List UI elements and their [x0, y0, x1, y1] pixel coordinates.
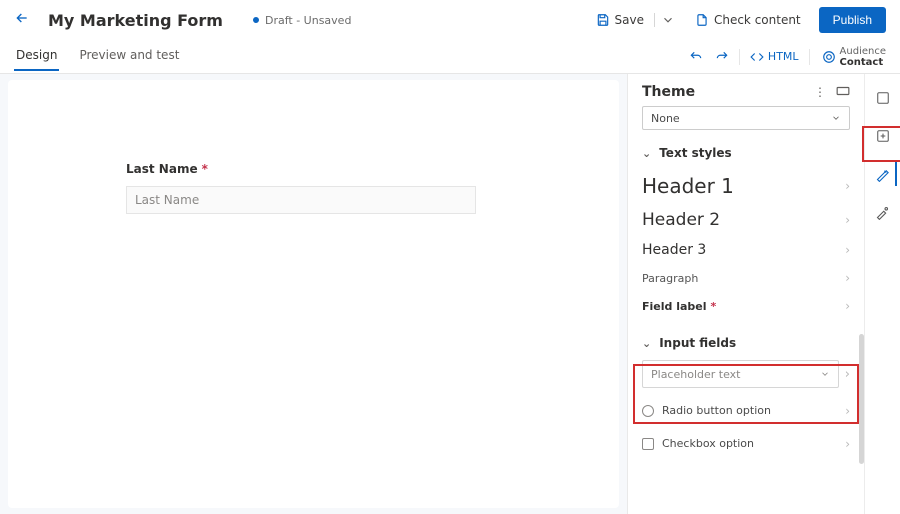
placeholder-text: Last Name — [135, 193, 199, 207]
chevron-right-icon: › — [845, 437, 850, 451]
audience-value: Contact — [840, 57, 886, 68]
lastname-input[interactable]: Last Name — [126, 186, 476, 214]
chevron-right-icon: › — [845, 243, 850, 257]
checkbox-icon — [642, 438, 654, 450]
tab-preview[interactable]: Preview and test — [77, 42, 181, 71]
view-tabs: Design Preview and test — [14, 42, 181, 71]
chevron-right-icon: › — [845, 404, 850, 418]
chevron-down-icon: ⌄ — [642, 337, 651, 350]
publish-button[interactable]: Publish — [819, 7, 886, 33]
panel-title: Theme — [642, 84, 695, 100]
form-canvas[interactable]: Last Name* Last Name — [8, 80, 619, 508]
sample-placeholder-input[interactable]: Placeholder text — [642, 360, 839, 388]
style-header2[interactable]: Header 2 › — [628, 204, 864, 236]
style-field-label[interactable]: Field label* › — [628, 292, 864, 320]
page-title: My Marketing Form — [48, 11, 223, 30]
chevron-down-icon — [820, 369, 830, 379]
chevron-down-icon — [661, 13, 675, 27]
theme-panel: Theme ⋮ None ⌄ Text styles Header 1 › He… — [627, 74, 864, 514]
top-command-bar: My Marketing Form Draft - Unsaved Save C… — [0, 0, 900, 40]
style-header3[interactable]: Header 3 › — [628, 236, 864, 264]
chevron-right-icon: › — [845, 299, 850, 313]
canvas-area: Last Name* Last Name — [0, 74, 627, 514]
status-text: Draft - Unsaved — [265, 14, 351, 27]
required-star-icon: * — [202, 162, 208, 176]
sample-radio-option[interactable]: Radio button option › — [628, 394, 864, 427]
status-dot-icon — [253, 17, 259, 23]
chevron-down-icon — [831, 113, 841, 123]
theme-select[interactable]: None — [642, 106, 850, 130]
code-icon — [750, 50, 764, 64]
section-input-fields[interactable]: ⌄ Input fields — [628, 330, 864, 358]
chevron-right-icon: › — [845, 271, 850, 285]
sample-checkbox-option[interactable]: Checkbox option › — [628, 427, 864, 460]
redo-icon — [715, 50, 729, 64]
html-toggle[interactable]: HTML — [744, 50, 805, 64]
target-icon — [822, 50, 836, 64]
save-icon — [596, 13, 610, 27]
panel-more-icon[interactable]: ⋮ — [814, 85, 826, 99]
rail-theme-icon[interactable] — [869, 160, 897, 188]
chevron-down-icon: ⌄ — [642, 147, 651, 160]
back-arrow-icon[interactable] — [14, 10, 30, 30]
side-rail — [864, 74, 900, 514]
audience-label: Audience — [840, 46, 886, 57]
document-check-icon — [695, 13, 709, 27]
rail-settings-icon[interactable] — [869, 198, 897, 226]
check-content-button[interactable]: Check content — [689, 13, 807, 27]
undo-button[interactable] — [683, 50, 709, 64]
style-paragraph[interactable]: Paragraph › — [628, 264, 864, 292]
rail-add-icon[interactable] — [869, 122, 897, 150]
chevron-right-icon: › — [845, 179, 850, 193]
radio-icon — [642, 405, 654, 417]
save-split-button[interactable]: Save — [590, 13, 677, 27]
style-header1[interactable]: Header 1 › — [628, 168, 864, 204]
tab-design[interactable]: Design — [14, 42, 59, 71]
field-label-lastname: Last Name* — [126, 162, 501, 176]
chevron-right-icon: › — [845, 367, 850, 382]
chevron-right-icon: › — [845, 213, 850, 227]
redo-button[interactable] — [709, 50, 735, 64]
audience-indicator[interactable]: Audience Contact — [814, 46, 886, 68]
workspace: Last Name* Last Name Theme ⋮ None ⌄ Text… — [0, 74, 900, 514]
secondary-bar: Design Preview and test HTML Audience Co… — [0, 40, 900, 74]
undo-icon — [689, 50, 703, 64]
save-chevron[interactable] — [659, 13, 677, 27]
save-button: Save — [590, 13, 650, 27]
draft-status: Draft - Unsaved — [253, 14, 351, 27]
section-text-styles[interactable]: ⌄ Text styles — [628, 140, 864, 168]
rail-elements-icon[interactable] — [869, 84, 897, 112]
panel-view-icon[interactable] — [836, 85, 850, 99]
